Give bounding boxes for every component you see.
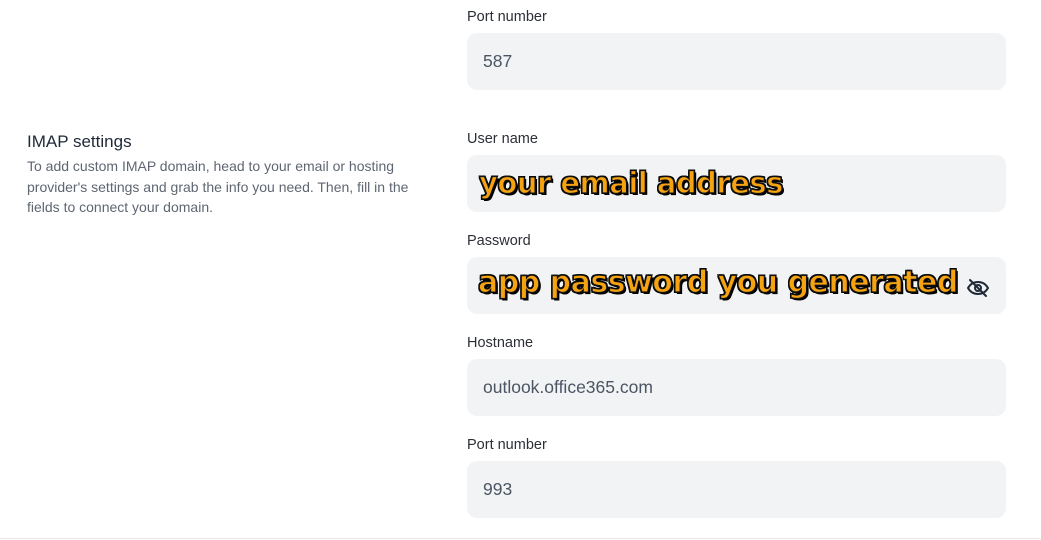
imap-port-value: 993	[483, 479, 513, 499]
smtp-port-value: 587	[483, 51, 513, 71]
hostname-label: Hostname	[467, 335, 534, 351]
imap-port-label: Port number	[467, 437, 547, 453]
imap-section-title: IMAP settings	[27, 132, 132, 151]
password-label: Password	[467, 233, 531, 249]
smtp-port-input[interactable]: 587	[467, 33, 1006, 90]
eye-off-icon[interactable]	[966, 276, 990, 300]
imap-port-input[interactable]: 993	[467, 461, 1006, 518]
imap-section-description: To add custom IMAP domain, head to your …	[27, 158, 409, 215]
hostname-input[interactable]: outlook.office365.com	[467, 359, 1006, 416]
password-annotation: app password you generated	[477, 264, 959, 300]
bottom-divider	[0, 538, 1041, 539]
imap-settings-page: Port number 587 IMAP settings To add cus…	[0, 0, 1041, 540]
hostname-value: outlook.office365.com	[483, 377, 653, 397]
username-label: User name	[467, 131, 538, 147]
username-annotation: your email address	[478, 165, 784, 200]
smtp-port-label: Port number	[467, 9, 547, 25]
